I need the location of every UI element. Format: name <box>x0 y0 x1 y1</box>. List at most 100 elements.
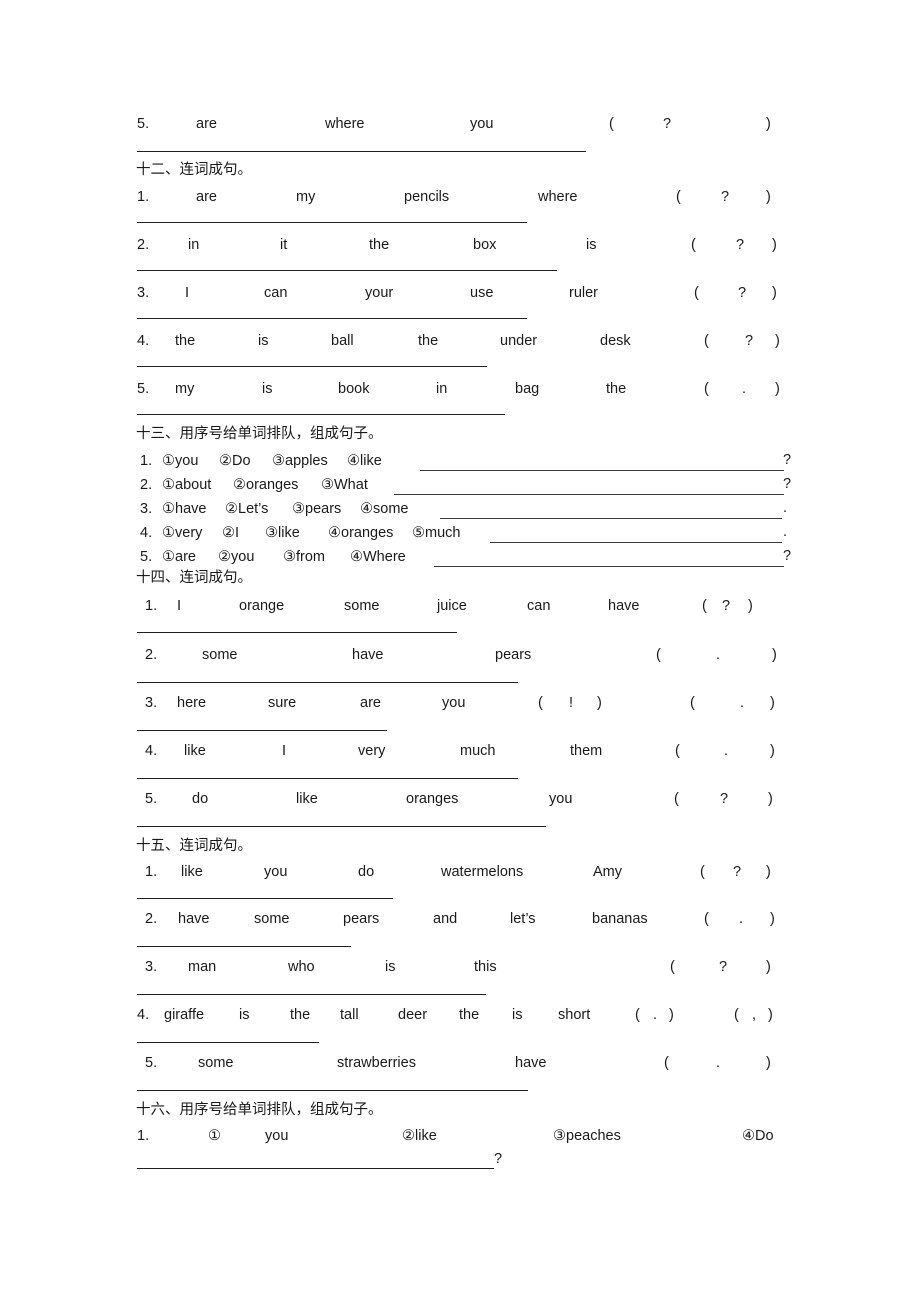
word-token: who <box>288 959 315 975</box>
answer-blank[interactable] <box>137 898 393 899</box>
word-token: you <box>549 791 573 807</box>
answer-blank[interactable] <box>137 270 557 271</box>
item-number: 1. <box>140 453 153 469</box>
ordered-token: ④like <box>347 453 382 469</box>
word-token: man <box>188 959 217 975</box>
item-number: 5. <box>140 549 153 565</box>
word-token: is <box>239 1007 250 1023</box>
paren-close: ) <box>775 333 780 349</box>
answer-blank[interactable] <box>137 366 487 367</box>
word-token: is <box>258 333 269 349</box>
paren-open: ( <box>635 1007 640 1023</box>
paren-punct: ? <box>745 333 754 349</box>
answer-blank[interactable] <box>137 778 518 779</box>
word-token: where <box>325 116 365 132</box>
ordered-token: ②like <box>402 1128 437 1144</box>
paren-open: ( <box>702 598 707 614</box>
word-token: some <box>344 598 380 614</box>
paren-punct: ? <box>736 237 745 253</box>
paren-close: ) <box>766 959 771 975</box>
answer-blank[interactable] <box>137 151 586 152</box>
paren-open: ( <box>538 695 543 711</box>
paren-punct: . <box>653 1007 658 1023</box>
answer-blank[interactable] <box>137 1090 528 1091</box>
paren-close: ) <box>768 791 773 807</box>
word-token: is <box>586 237 597 253</box>
word-token: in <box>436 381 448 397</box>
answer-blank[interactable] <box>137 222 527 223</box>
item-number: 2. <box>145 911 158 927</box>
word-token: some <box>202 647 238 663</box>
ordered-token: ①are <box>162 549 196 565</box>
word-token: my <box>296 189 316 205</box>
item-number: 4. <box>145 743 158 759</box>
answer-blank[interactable] <box>137 946 351 947</box>
item-number: 1. <box>145 864 158 880</box>
answer-blank[interactable] <box>420 470 784 471</box>
end-punct: ? <box>783 476 792 492</box>
word-token: the <box>369 237 390 253</box>
ordered-token: ① <box>208 1128 221 1144</box>
word-token: very <box>358 743 386 759</box>
answer-blank[interactable] <box>137 826 546 827</box>
word-token: the <box>606 381 627 397</box>
word-token: can <box>527 598 551 614</box>
answer-blank[interactable] <box>137 994 486 995</box>
word-token: some <box>198 1055 234 1071</box>
word-token: use <box>470 285 494 301</box>
answer-blank[interactable] <box>440 518 782 519</box>
section-heading: 十二、连词成句。 <box>136 162 252 178</box>
word-token: the <box>175 333 196 349</box>
answer-blank[interactable] <box>137 414 505 415</box>
paren-close: ) <box>772 237 777 253</box>
paren-punct: . <box>742 381 747 397</box>
word-token: juice <box>437 598 467 614</box>
word-token: like <box>296 791 318 807</box>
paren-open: ( <box>704 381 709 397</box>
word-token: let’s <box>510 911 536 927</box>
answer-blank[interactable] <box>137 318 527 319</box>
answer-blank[interactable] <box>434 566 784 567</box>
answer-blank[interactable] <box>137 1042 319 1043</box>
ordered-token: ①very <box>162 525 203 541</box>
paren-punct: ? <box>733 864 742 880</box>
word-token: some <box>254 911 290 927</box>
paren-open: ( <box>694 285 699 301</box>
answer-blank[interactable] <box>137 730 387 731</box>
word-token: here <box>177 695 207 711</box>
word-token: do <box>358 864 375 880</box>
word-token: the <box>459 1007 480 1023</box>
paren-close: ) <box>766 864 771 880</box>
ordered-token: ③apples <box>272 453 328 469</box>
word-token: have <box>352 647 384 663</box>
item-number: 4. <box>137 1007 150 1023</box>
answer-blank[interactable] <box>394 494 784 495</box>
answer-blank[interactable] <box>137 682 518 683</box>
word-token: I <box>177 598 182 614</box>
word-token: is <box>385 959 396 975</box>
ordered-token: ②I <box>222 525 240 541</box>
answer-blank[interactable] <box>490 542 782 543</box>
ordered-token: ②you <box>218 549 255 565</box>
paren-punct: ? <box>663 116 672 132</box>
paren-open: ( <box>664 1055 669 1071</box>
word-token: oranges <box>406 791 459 807</box>
answer-blank[interactable] <box>137 632 457 633</box>
word-token: tall <box>340 1007 359 1023</box>
end-punct: ? <box>783 452 792 468</box>
word-token: desk <box>600 333 631 349</box>
word-token: ruler <box>569 285 599 301</box>
item-number: 2. <box>137 237 150 253</box>
answer-blank[interactable] <box>137 1168 494 1169</box>
paren-close: ) <box>775 381 780 397</box>
word-token: sure <box>268 695 297 711</box>
word-token: watermelons <box>441 864 524 880</box>
ordered-token: ②Do <box>219 453 251 469</box>
word-token: are <box>196 189 217 205</box>
word-token: can <box>264 285 288 301</box>
item-number: 2. <box>145 647 158 663</box>
word-token: deer <box>398 1007 428 1023</box>
paren2-open: ( <box>690 695 695 711</box>
ordered-token: ④some <box>360 501 409 517</box>
word-token: Amy <box>593 864 622 880</box>
